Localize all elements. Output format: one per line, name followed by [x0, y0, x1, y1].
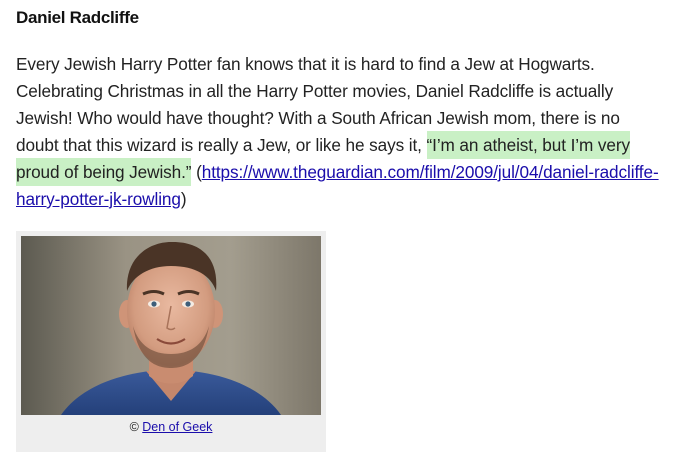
- daniel-radcliffe-photo: [21, 236, 321, 415]
- paren-close: ): [180, 189, 187, 209]
- photo-credit-link[interactable]: Den of Geek: [142, 420, 212, 434]
- copyright-symbol: ©: [129, 420, 143, 434]
- photo-caption: © Den of Geek: [16, 420, 326, 434]
- section-heading: Daniel Radcliffe: [16, 8, 139, 27]
- photo-figure: © Den of Geek: [16, 231, 326, 452]
- paren-open: (: [191, 162, 202, 182]
- article-paragraph: Every Jewish Harry Potter fan knows that…: [16, 51, 666, 213]
